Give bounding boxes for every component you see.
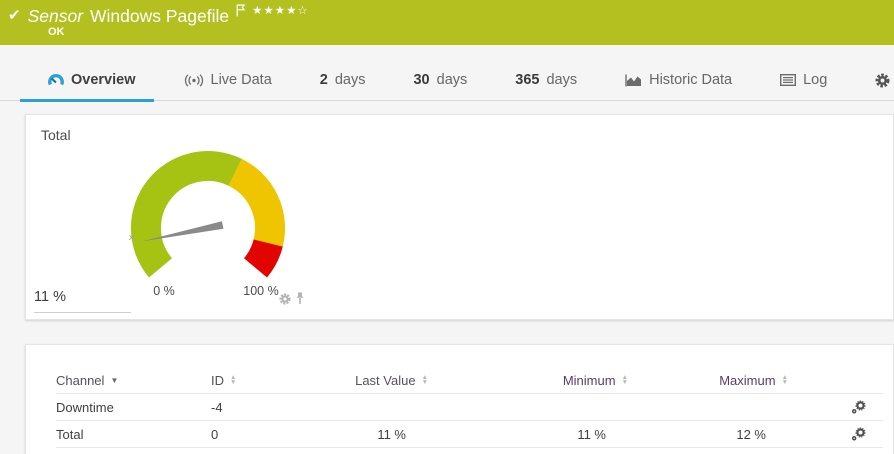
tab-30-days-label: days	[437, 72, 468, 88]
priority-stars[interactable]: ★★★★☆	[252, 4, 309, 18]
channel-table-panel: Channel ▼ ID ▲▼ Last Value ▲▼ Minimum ▲▼…	[25, 344, 894, 454]
tab-log[interactable]: Log	[780, 60, 827, 101]
gauge-pin-icon[interactable]	[295, 292, 305, 305]
channel-maximum: 12 %	[736, 427, 788, 442]
tab-historic-data[interactable]: Historic Data	[625, 60, 732, 101]
gauge-chart: x 0 % 100 %	[121, 143, 311, 303]
status-badge: OK	[48, 26, 65, 38]
column-header-minimum-label: Minimum	[563, 373, 616, 388]
live-data-icon	[184, 74, 204, 87]
gauge-zone-yellow	[235, 172, 270, 243]
tab-365-days-label: days	[546, 72, 577, 88]
channel-id: 0	[211, 427, 306, 442]
log-icon	[780, 74, 796, 86]
gauge-zone-green	[146, 166, 235, 268]
status-check-icon: ✔	[8, 6, 21, 24]
historic-data-icon	[625, 74, 642, 87]
gauge-panel: Total x 0 % 100 % 11 %	[25, 114, 894, 320]
tab-overview-label: Overview	[71, 72, 136, 88]
tab-bar: Overview Live Data 2 days 30 days 365 da…	[0, 60, 894, 101]
column-header-channel[interactable]: Channel ▼	[56, 373, 211, 388]
column-header-id-label: ID	[211, 373, 224, 388]
channel-settings-icon[interactable]	[851, 427, 883, 442]
tab-30-days[interactable]: 30 days	[413, 60, 467, 101]
table-header-row: Channel ▼ ID ▲▼ Last Value ▲▼ Minimum ▲▼…	[56, 367, 883, 394]
tab-2-days-number: 2	[320, 72, 328, 88]
tab-365-days-number: 365	[515, 72, 539, 88]
tab-log-label: Log	[803, 72, 827, 88]
channel-last-value: 11 %	[377, 427, 428, 442]
sort-both-icon: ▲▼	[422, 375, 428, 385]
table-row-total: Total 0 11 % 11 % 12 %	[56, 421, 883, 448]
gauge-zone-red	[256, 243, 269, 268]
sensor-title: Windows Pagefile	[90, 4, 229, 28]
tab-365-days[interactable]: 365 days	[515, 60, 577, 101]
tab-live-data-label: Live Data	[211, 72, 272, 88]
sensor-banner: ✔ Sensor Windows Pagefile ★★★★☆ OK	[0, 0, 894, 45]
tab-overview[interactable]: Overview	[48, 60, 136, 101]
channel-table: Channel ▼ ID ▲▼ Last Value ▲▼ Minimum ▲▼…	[56, 367, 883, 448]
gauge-icon	[48, 73, 64, 87]
channel-id: -4	[211, 400, 306, 415]
tab-2-days[interactable]: 2 days	[320, 60, 366, 101]
column-header-id[interactable]: ID ▲▼	[211, 373, 306, 388]
gauge-min-label: 0 %	[153, 284, 175, 298]
channel-minimum: 11 %	[577, 427, 628, 442]
gauge-max-label: 100 %	[243, 284, 278, 298]
tab-settings[interactable]: Settings	[875, 60, 894, 101]
sort-desc-icon: ▼	[110, 376, 118, 385]
table-row-downtime: Downtime -4	[56, 394, 883, 421]
channel-name: Downtime	[56, 400, 211, 415]
column-header-maximum-label: Maximum	[719, 373, 775, 388]
sort-both-icon: ▲▼	[782, 375, 788, 385]
tab-live-data[interactable]: Live Data	[184, 60, 272, 101]
sensor-kind-label: Sensor	[28, 4, 83, 28]
column-header-minimum[interactable]: Minimum ▲▼	[563, 373, 628, 388]
gauge-x-marker: x	[129, 232, 134, 242]
tab-30-days-number: 30	[413, 72, 429, 88]
column-header-channel-label: Channel	[56, 373, 104, 388]
channel-name: Total	[56, 427, 211, 442]
column-header-last-value-label: Last Value	[355, 373, 415, 388]
tab-2-days-label: days	[335, 72, 366, 88]
gauge-settings-icon[interactable]	[279, 293, 291, 305]
column-header-maximum[interactable]: Maximum ▲▼	[719, 373, 788, 388]
column-header-last-value[interactable]: Last Value ▲▼	[355, 373, 428, 388]
channel-settings-icon[interactable]	[851, 400, 883, 415]
gauge-value-link[interactable]: 11 %	[34, 289, 131, 313]
flag-icon[interactable]	[236, 4, 245, 22]
gear-icon	[875, 73, 890, 88]
tab-historic-data-label: Historic Data	[649, 72, 732, 88]
gauge-panel-title: Total	[41, 127, 71, 143]
sort-both-icon: ▲▼	[622, 375, 628, 385]
sort-both-icon: ▲▼	[230, 375, 236, 385]
